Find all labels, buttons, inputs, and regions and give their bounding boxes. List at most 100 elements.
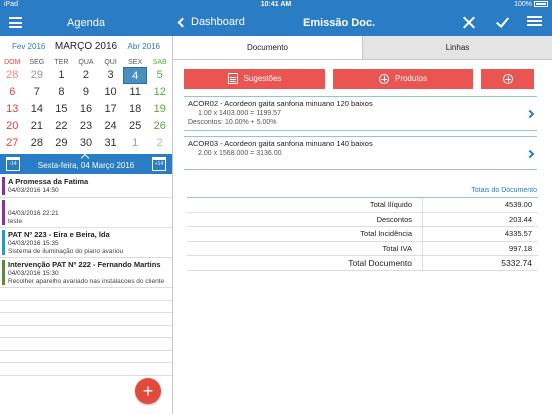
status-bar: iPad 10:41 AM 100%	[0, 0, 552, 10]
list-icon[interactable]	[528, 16, 542, 28]
line-product-name: ACOR02 - Acordeon gaita sanfona minuano …	[188, 99, 373, 108]
calendar-day[interactable]: 13	[0, 101, 25, 118]
products-button[interactable]: Produtos	[333, 69, 473, 89]
event-date: 04/03/2016 15:30	[8, 270, 59, 277]
chevron-left-icon	[177, 17, 188, 27]
calendar-day[interactable]: 24	[98, 118, 123, 135]
event-date: 04/03/2016 22:21	[8, 210, 59, 217]
calendar-day[interactable]: 3	[98, 67, 123, 84]
totals-value: 5332.74	[422, 256, 538, 270]
event-title: Intervenção PAT Nº 222 - Fernando Martin…	[8, 260, 161, 269]
event-color-bar	[2, 230, 5, 255]
calendar-day[interactable]: 21	[25, 118, 50, 135]
calendar-day[interactable]: 8	[49, 84, 74, 101]
calendar-day[interactable]: 22	[49, 118, 74, 135]
left-nav: Agenda	[0, 10, 172, 36]
document-icon	[227, 73, 238, 85]
calendar-day[interactable]: 27	[0, 135, 25, 152]
empty-event-row	[0, 288, 172, 301]
calendar-day[interactable]: 30	[74, 135, 99, 152]
totals-label: Total Documento	[348, 257, 412, 268]
suggestions-button[interactable]: Sugestões	[184, 69, 325, 89]
event-item[interactable]: A Promessa da Fatima 04/03/2016 14:50	[0, 175, 172, 198]
document-line[interactable]: ACOR02 - Acordeon gaita sanfona minuano …	[184, 96, 537, 131]
calendar-day[interactable]: 18	[123, 101, 148, 118]
event-description: Sistema de iluminação do piano avariou	[8, 248, 124, 255]
calendar-day[interactable]: 4	[122, 67, 148, 84]
calendar-day[interactable]: 15	[49, 101, 74, 118]
totals-row: Total Ilíquido 4539.00	[187, 198, 538, 213]
document-line[interactable]: ACOR03 - Acordeon gaita sanfona minuano …	[184, 136, 537, 170]
calendar-day[interactable]: 20	[0, 118, 25, 135]
event-description: Recolher aparelho avariado nas instalaco…	[8, 278, 165, 285]
event-item[interactable]: Intervenção PAT Nº 222 - Fernando Martin…	[0, 258, 172, 288]
calendar-day[interactable]: 11	[123, 84, 148, 101]
products-label: Produtos	[394, 74, 428, 83]
action-row: Sugestões Produtos	[184, 69, 544, 89]
empty-event-row	[0, 338, 172, 351]
calendar-day[interactable]: 23	[74, 118, 99, 135]
totals-value: 203.44	[422, 212, 538, 226]
totals-value: 4335.57	[422, 227, 538, 241]
calendar-day[interactable]: 26	[147, 118, 172, 135]
totals-row: Total Incidência 4335.57	[187, 227, 538, 242]
calendar-day[interactable]: 14	[25, 101, 50, 118]
empty-event-row	[0, 301, 172, 313]
selected-date-label: Sexta-feira, 04 Março 2016	[37, 161, 135, 170]
plus-circle-icon	[502, 73, 513, 84]
calendar-day[interactable]: 28	[0, 67, 25, 84]
totals-row: Total Documento 5332.74	[187, 256, 538, 271]
weekday-label: DOM	[4, 59, 21, 66]
tab-linhas[interactable]: Linhas	[362, 36, 552, 59]
event-item[interactable]: 04/03/2016 22:21 teste	[0, 198, 172, 228]
back-button[interactable]: Dashboard	[177, 16, 245, 28]
agenda-title: Agenda	[67, 17, 105, 29]
tab-bar: Documento Linhas	[173, 36, 552, 60]
calendar-day[interactable]: 12	[147, 84, 172, 101]
calendar-day[interactable]: 5	[147, 67, 172, 84]
weekday-label: SEG	[29, 59, 45, 66]
add-event-button[interactable]: +	[135, 378, 161, 404]
page-title: Emissão Doc.	[303, 17, 376, 29]
totals-label: Total Incidência	[360, 229, 412, 239]
calendar-day[interactable]: 17	[98, 101, 123, 118]
calendar-day[interactable]: 28	[25, 135, 50, 152]
calendar-day[interactable]: 25	[123, 118, 148, 135]
event-item[interactable]: PAT Nº 223 - Eira e Beira, lda 04/03/2016…	[0, 228, 172, 258]
calendar-day[interactable]: 29	[25, 67, 50, 84]
calendar-day[interactable]: 19	[147, 101, 172, 118]
empty-event-row	[0, 313, 172, 326]
event-color-bar	[2, 260, 5, 285]
totals-label: Total Ilíquido	[369, 200, 412, 210]
check-icon[interactable]	[495, 15, 509, 29]
totals-label: Total IVA	[382, 243, 412, 253]
add-line-button[interactable]	[481, 69, 534, 89]
tab-documento[interactable]: Documento	[173, 36, 362, 59]
weekday-label: QUA	[78, 59, 94, 66]
battery-label: 100%	[514, 1, 532, 8]
event-color-bar	[2, 200, 5, 225]
status-time: 10:41 AM	[260, 1, 292, 8]
calendar-day[interactable]: 1	[49, 67, 74, 84]
close-icon[interactable]	[462, 15, 476, 29]
battery-status: 100%	[514, 0, 548, 10]
event-list: A Promessa da Fatima 04/03/2016 14:50 04/0…	[0, 175, 172, 376]
calendar-day[interactable]: 16	[74, 101, 99, 118]
event-title: A Promessa da Fatima	[8, 177, 89, 186]
weekday-header: DOM SEG TER QUA QUI SEX SAB	[0, 59, 172, 66]
calendar-day[interactable]: 2	[74, 67, 99, 84]
selected-date-bar: -14 Sexta-feira, 04 Março 2016 +14	[0, 153, 172, 174]
weekday-label: SAB	[152, 59, 167, 66]
calendar-day[interactable]: 1	[123, 135, 148, 152]
next-month-button[interactable]: Abr 2016	[128, 42, 160, 51]
calendar-day[interactable]: 31	[98, 135, 123, 152]
calendar-day[interactable]: 7	[25, 84, 50, 101]
calendar-day[interactable]: 9	[74, 84, 99, 101]
calendar-day[interactable]: 29	[49, 135, 74, 152]
empty-event-row	[0, 363, 172, 376]
calendar-day[interactable]: 10	[98, 84, 123, 101]
calendar-day[interactable]: 2	[147, 135, 172, 152]
calendar-plus-14-button[interactable]: +14	[152, 157, 166, 171]
month-navigation: Fev 2016 MARÇO 2016 Abr 2016	[0, 36, 172, 58]
calendar-day[interactable]: 6	[0, 84, 25, 101]
